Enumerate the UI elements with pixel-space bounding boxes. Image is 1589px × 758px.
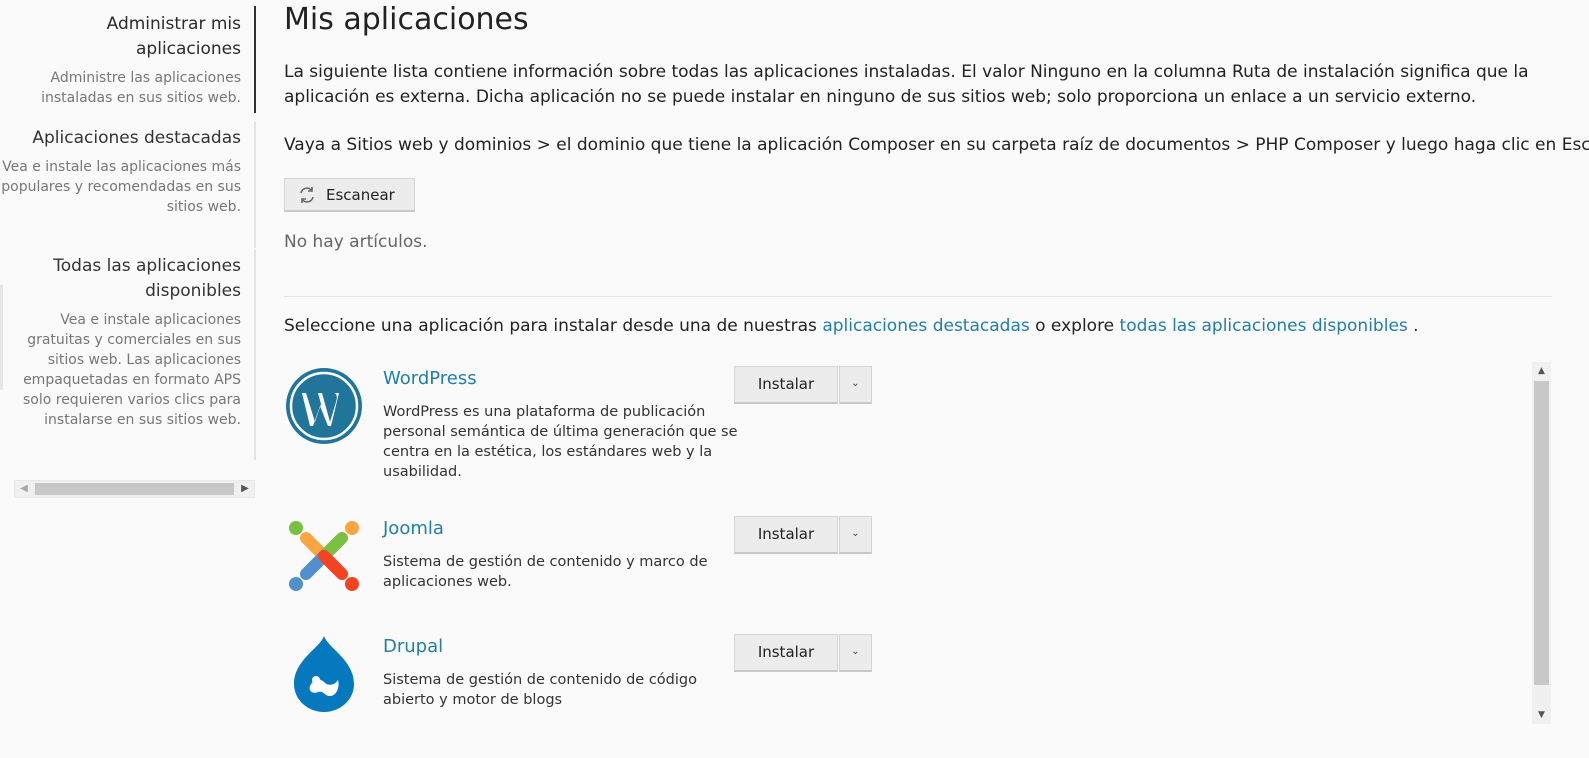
sidebar-divider xyxy=(254,122,256,248)
sidebar-item-title: Aplicaciones destacadas xyxy=(32,128,241,148)
app-description: Sistema de gestión de contenido de códig… xyxy=(383,672,697,708)
wordpress-logo-icon xyxy=(286,368,362,444)
page-title: Mis aplicaciones xyxy=(284,2,529,37)
app-name[interactable]: Drupal xyxy=(383,636,443,657)
sidebar-item-desc: Vea e instale las aplicaciones más popul… xyxy=(1,159,241,215)
scrollbar-thumb[interactable] xyxy=(35,483,234,495)
sidebar-item-title: Todas las aplicaciones disponibles xyxy=(53,256,241,301)
scroll-right-icon[interactable]: ▶ xyxy=(236,481,254,497)
app-name[interactable]: Joomla xyxy=(383,518,444,539)
app-list: WordPress WordPress es una plataforma de… xyxy=(284,362,1552,724)
scroll-up-icon[interactable]: ▲ xyxy=(1532,362,1551,380)
install-button[interactable]: Instalar xyxy=(734,366,838,404)
install-button[interactable]: Instalar xyxy=(734,634,838,672)
sidebar-item-featured-apps[interactable]: Aplicaciones destacadas Vea e instale la… xyxy=(0,122,256,248)
sidebar: Administrar mis aplicaciones Administre … xyxy=(0,0,256,758)
install-button[interactable]: Instalar xyxy=(734,516,838,554)
scrollbar-thumb[interactable] xyxy=(1534,381,1549,685)
composer-instructions: Vaya a Sitios web y dominios > el domini… xyxy=(284,135,1589,155)
app-description: WordPress es una plataforma de publicaci… xyxy=(383,404,738,480)
section-divider xyxy=(284,296,1552,297)
scroll-left-icon[interactable]: ◀ xyxy=(15,481,33,497)
install-suggestion: Seleccione una aplicación para instalar … xyxy=(284,316,1419,336)
sidebar-item-all-apps[interactable]: Todas las aplicaciones disponibles Vea e… xyxy=(0,250,256,460)
scroll-down-icon[interactable]: ▼ xyxy=(1532,706,1551,724)
app-list-vertical-scrollbar[interactable]: ▲ ▼ xyxy=(1532,362,1551,724)
install-options-chevron-down-icon[interactable]: ⌄ xyxy=(839,634,872,672)
intro-text: La siguiente lista contiene información … xyxy=(284,62,1529,107)
install-options-chevron-down-icon[interactable]: ⌄ xyxy=(839,516,872,554)
scan-button[interactable]: Escanear xyxy=(284,178,415,212)
scan-button-label: Escanear xyxy=(326,185,395,204)
sidebar-item-desc: Vea e instale aplicaciones gratuitas y c… xyxy=(22,312,241,428)
suggestion-mid: o explore xyxy=(1035,316,1115,336)
app-name[interactable]: WordPress xyxy=(383,368,477,389)
featured-apps-link[interactable]: aplicaciones destacadas xyxy=(822,316,1029,336)
sidebar-item-desc: Administre las aplicaciones instaladas e… xyxy=(41,70,241,106)
suggestion-prefix: Seleccione una aplicación para instalar … xyxy=(284,316,817,336)
all-apps-link[interactable]: todas las aplicaciones disponibles xyxy=(1120,316,1408,336)
refresh-icon xyxy=(300,186,314,203)
suggestion-suffix: . xyxy=(1413,316,1419,336)
sidebar-divider xyxy=(254,250,256,460)
drupal-logo-icon xyxy=(294,636,354,712)
sidebar-item-manage-apps[interactable]: Administrar mis aplicaciones Administre … xyxy=(0,6,256,113)
empty-list-message: No hay artículos. xyxy=(284,232,428,252)
sidebar-item-title: Administrar mis aplicaciones xyxy=(106,14,241,59)
install-options-chevron-down-icon[interactable]: ⌄ xyxy=(839,366,872,404)
sidebar-horizontal-scrollbar[interactable]: ◀ ▶ xyxy=(14,480,255,498)
joomla-logo-icon xyxy=(289,521,359,591)
sidebar-active-indicator xyxy=(254,6,256,113)
app-description: Sistema de gestión de contenido y marco … xyxy=(383,554,708,590)
